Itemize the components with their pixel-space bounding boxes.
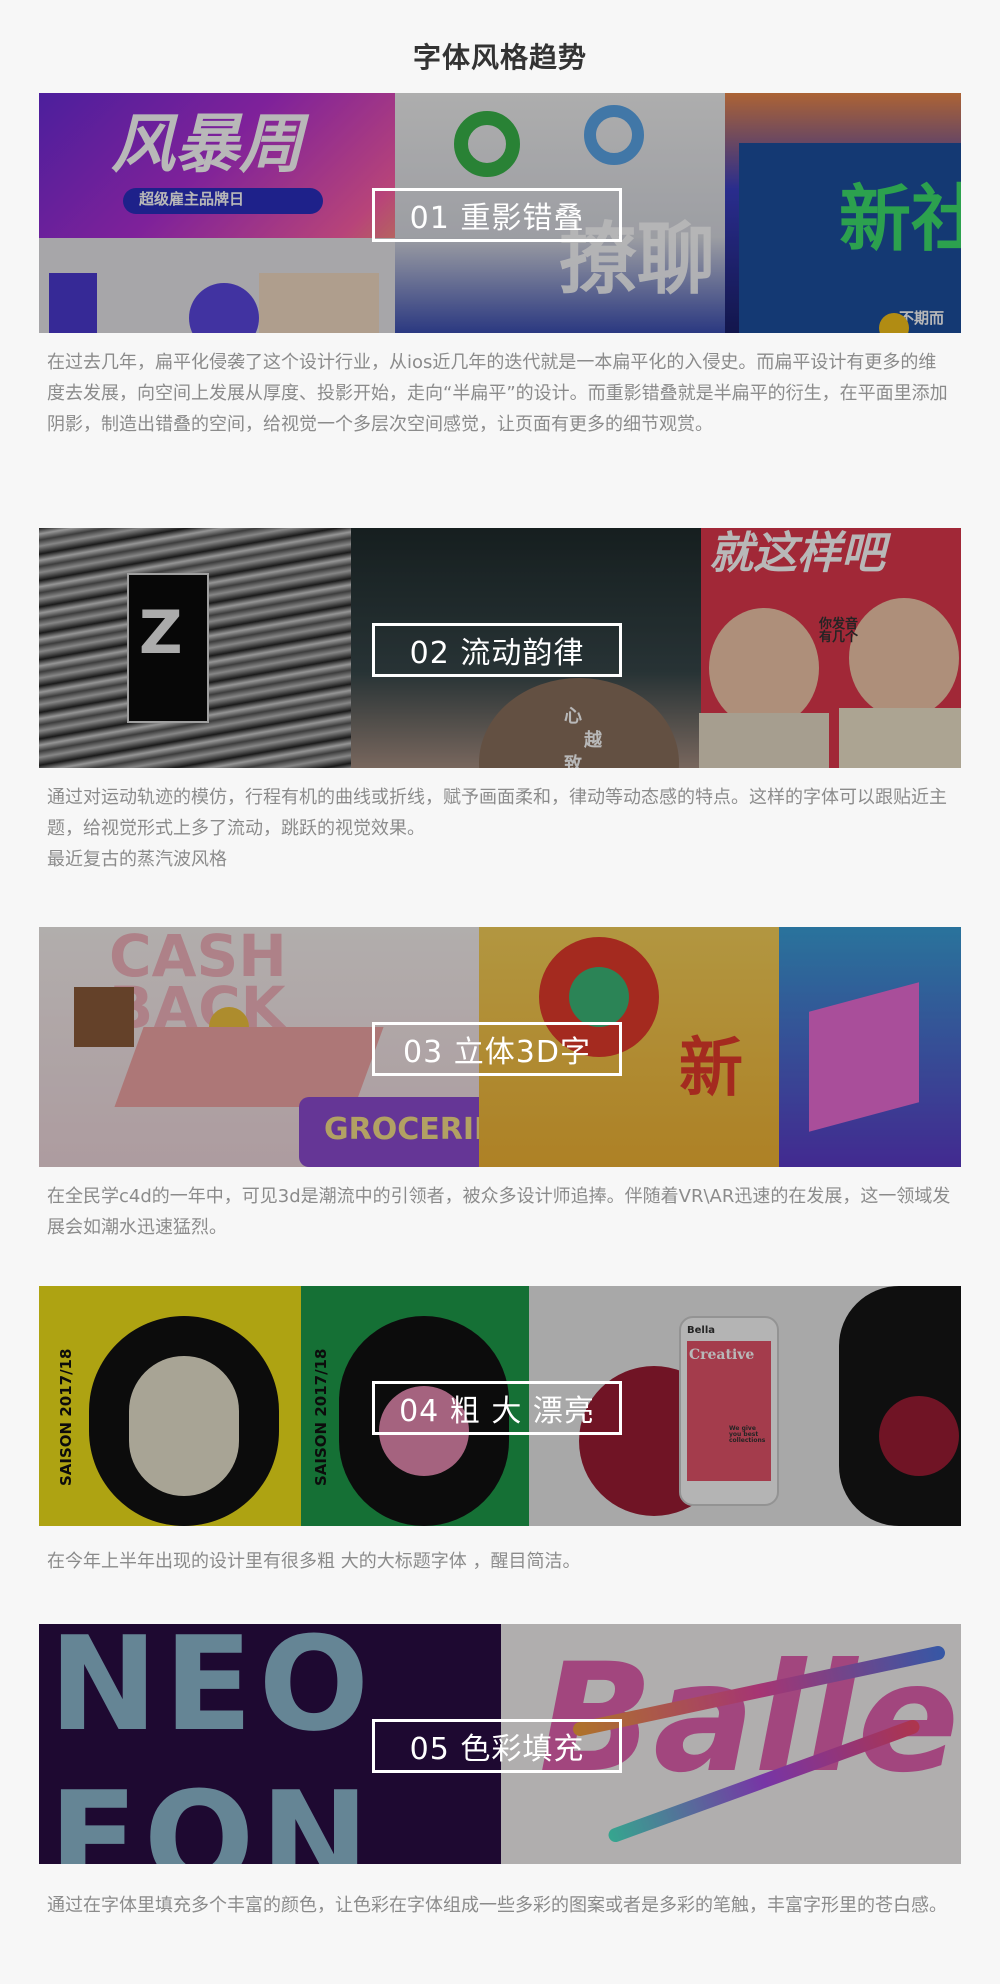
section-description: 在过去几年，扁平化侵袭了这个设计行业，从ios近几年的迭代就是一本扁平化的入侵史… [47,347,953,440]
section-description: 通过在字体里填充多个丰富的颜色，让色彩在字体组成一些多彩的图案或者是多彩的笔触，… [47,1890,953,1921]
section-description: 在今年上半年出现的设计里有很多粗 大的大标题字体 ，醒目简洁。 [47,1546,953,1577]
description-paragraph: 在今年上半年出现的设计里有很多粗 大的大标题字体 ，醒目简洁。 [47,1551,581,1572]
section-3d-type: CASH BACK GROCERIES 新 03 立体3D字 在全民学c4d的一… [39,927,961,1243]
section-label: 02 流动韵律 [372,623,622,677]
banner-image: SAISON 2017/18 SAISON 2017/18 Bella Crea… [39,1286,961,1526]
section-label: 03 立体3D字 [372,1022,622,1076]
banner-image: NEO FON Balle 05 色彩填充 [39,1624,961,1864]
banner-image: CASH BACK GROCERIES 新 03 立体3D字 [39,927,961,1167]
description-paragraph: 在全民学c4d的一年中，可见3d是潮流中的引领者，被众多设计师追捧。伴随着VR\… [47,1186,951,1238]
page-title: 字体风格趋势 [412,41,587,74]
section-label: 04 粗 大 漂亮 [372,1381,622,1435]
description-paragraph: 通过在字体里填充多个丰富的颜色，让色彩在字体组成一些多彩的图案或者是多彩的笔触，… [47,1895,947,1916]
section-label: 01 重影错叠 [372,188,622,242]
section-color-fill: NEO FON Balle 05 色彩填充 通过在字体里填充多个丰富的颜色，让色… [39,1624,961,1921]
section-flowing-rhythm: Z 心 越 致 就这样吧 你发音有几个 02 流动韵律 通过对运动轨迹的模仿，行… [39,528,961,875]
description-paragraph: 在过去几年，扁平化侵袭了这个设计行业，从ios近几年的迭代就是一本扁平化的入侵史… [47,352,948,435]
section-description: 在全民学c4d的一年中，可见3d是潮流中的引领者，被众多设计师追捧。伴随着VR\… [47,1181,953,1243]
section-bold-big-beautiful: SAISON 2017/18 SAISON 2017/18 Bella Crea… [39,1286,961,1577]
page: 字体风格趋势 风暴周 超级雇主品牌日 撩聊 新社 不期而 01 重影错叠 在过去… [0,0,1000,1984]
description-paragraph: 通过对运动轨迹的模仿，行程有机的曲线或折线，赋予画面柔和，律动等动态感的特点。这… [47,787,947,839]
banner-image: Z 心 越 致 就这样吧 你发音有几个 02 流动韵律 [39,528,961,768]
section-ghost-overlap: 风暴周 超级雇主品牌日 撩聊 新社 不期而 01 重影错叠 在过去几年，扁平化侵… [39,93,961,440]
banner-image: 风暴周 超级雇主品牌日 撩聊 新社 不期而 01 重影错叠 [39,93,961,333]
description-paragraph: 最近复古的蒸汽波风格 [47,849,227,870]
section-description: 通过对运动轨迹的模仿，行程有机的曲线或折线，赋予画面柔和，律动等动态感的特点。这… [47,782,953,875]
section-label: 05 色彩填充 [372,1719,622,1773]
